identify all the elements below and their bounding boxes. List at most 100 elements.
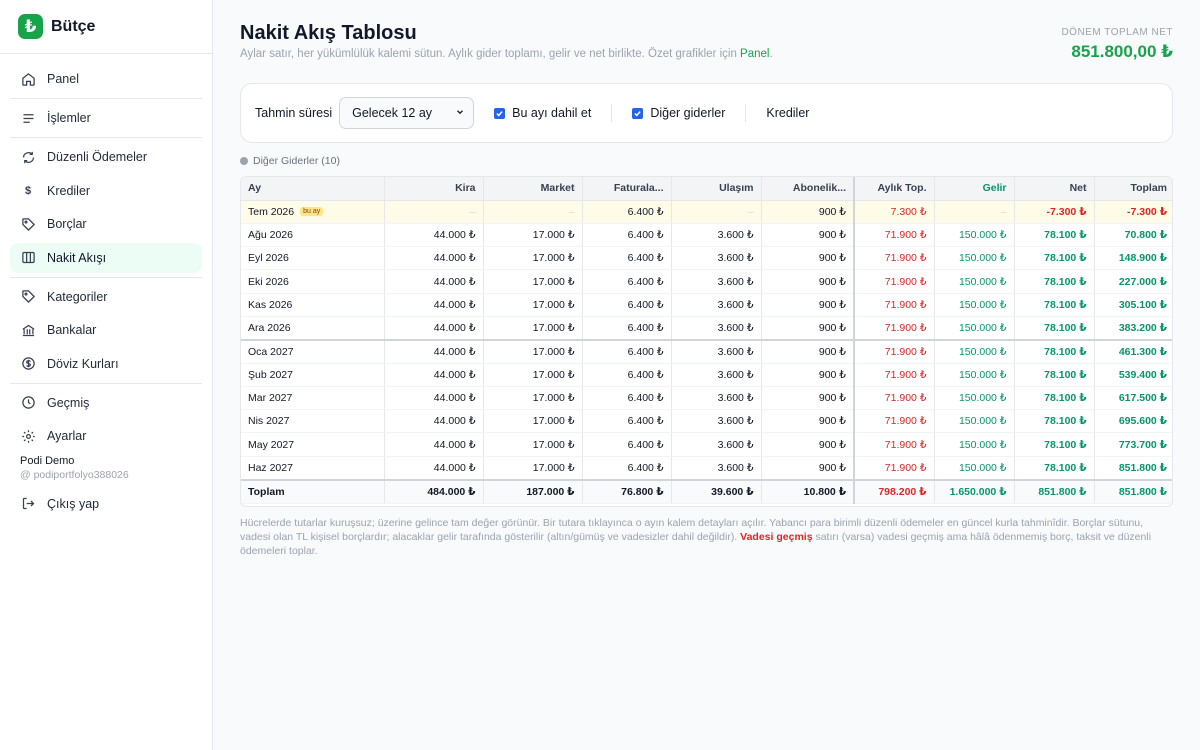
cell-aylik[interactable]: 71.900 ₺ [853, 338, 934, 364]
cell-fatura[interactable]: 6.400 ₺ [581, 456, 671, 481]
cell-net[interactable]: 78.100 ₺ [1013, 386, 1094, 411]
col-header-ulasim[interactable]: Ulaşım [670, 177, 761, 201]
logout-button[interactable]: Çıkış yap [10, 489, 202, 519]
cell-market[interactable]: 17.000 ₺ [482, 432, 582, 457]
cell-market[interactable]: 17.000 ₺ [482, 456, 582, 481]
cell-gelir[interactable]: 150.000 ₺ [933, 293, 1014, 317]
cell-abonelik[interactable]: 900 ₺ [760, 409, 854, 434]
cell-net[interactable]: -7.300 ₺ [1013, 200, 1094, 224]
cell-ulasim[interactable]: 3.600 ₺ [670, 386, 761, 411]
sidebar-item-islemler[interactable]: İşlemler [10, 103, 202, 133]
sidebar-item-panel[interactable]: Panel [10, 64, 202, 94]
table-row[interactable]: Ara 2026 44.000 ₺ 17.000 ₺ 6.400 ₺ 3.600 ₺ 90… [241, 316, 1172, 341]
cell-net[interactable]: 78.100 ₺ [1013, 363, 1094, 387]
cell-gelir[interactable]: 150.000 ₺ [933, 338, 1014, 364]
sidebar-item-kategoriler[interactable]: Kategoriler [10, 282, 202, 312]
cell-market[interactable]: 17.000 ₺ [482, 223, 582, 248]
cell-gelir[interactable]: 150.000 ₺ [933, 409, 1014, 434]
cell-net[interactable]: 78.100 ₺ [1013, 456, 1094, 481]
table-row[interactable]: Tem 2026 bu ay – –6.400 ₺ –900 ₺ 7.300 ₺ – -7.3… [241, 200, 1172, 224]
cell-kira[interactable]: 44.000 ₺ [383, 316, 483, 341]
period-select[interactable]: Gelecek 12 ay [339, 97, 475, 129]
cell-fatura[interactable]: 6.400 ₺ [581, 432, 671, 457]
cell-toplam[interactable]: 227.000 ₺ [1093, 269, 1172, 294]
cell-aylik[interactable]: 71.900 ₺ [853, 363, 934, 387]
cell-toplam[interactable]: 148.900 ₺ [1093, 246, 1172, 271]
cell-toplam[interactable]: 383.200 ₺ [1093, 316, 1172, 341]
cell-toplam[interactable]: 461.300 ₺ [1093, 338, 1172, 364]
cell-abonelik[interactable]: 900 ₺ [760, 338, 854, 364]
cell-gelir[interactable]: 150.000 ₺ [933, 223, 1014, 248]
cell-market[interactable]: 17.000 ₺ [482, 409, 582, 434]
cell-abonelik[interactable]: 900 ₺ [760, 363, 854, 387]
cell-fatura[interactable]: 6.400 ₺ [581, 269, 671, 294]
cell-fatura[interactable]: 6.400 ₺ [581, 409, 671, 434]
table-row[interactable]: Nis 2027 44.000 ₺ 17.000 ₺ 6.400 ₺ 3.600 ₺ 90… [241, 409, 1172, 434]
cell-market[interactable]: 17.000 ₺ [482, 316, 582, 341]
cell-abonelik[interactable]: 900 ₺ [760, 293, 854, 317]
sidebar-item-nakit-akisi[interactable]: Nakit Akışı [10, 242, 202, 273]
cell-fatura[interactable]: 6.400 ₺ [581, 363, 671, 387]
cell-market[interactable]: 17.000 ₺ [482, 293, 582, 317]
cell-aylik[interactable]: 71.900 ₺ [853, 246, 934, 271]
cell-ulasim[interactable]: 3.600 ₺ [670, 338, 761, 364]
other-expenses-checkbox[interactable]: Diğer giderler [632, 106, 725, 120]
cell-kira[interactable]: 44.000 ₺ [383, 246, 483, 271]
cell-net[interactable]: 78.100 ₺ [1013, 432, 1094, 457]
cell-abonelik[interactable]: 900 ₺ [760, 432, 854, 457]
brand[interactable]: ₺ Bütçe [0, 0, 212, 54]
cell-net[interactable]: 78.100 ₺ [1013, 409, 1094, 434]
table-row[interactable]: Eki 2026 44.000 ₺ 17.000 ₺ 6.400 ₺ 3.600 ₺ 90… [241, 269, 1172, 294]
sidebar-item-duzenli-odemeler[interactable]: Düzenli Ödemeler [10, 142, 202, 172]
cell-kira[interactable]: 44.000 ₺ [383, 338, 483, 364]
cell-fatura[interactable]: 6.400 ₺ [581, 246, 671, 271]
cell-abonelik[interactable]: 900 ₺ [760, 269, 854, 294]
col-header-aylik-top[interactable]: Aylık Top. [853, 177, 934, 201]
cell-kira[interactable]: 44.000 ₺ [383, 293, 483, 317]
cell-abonelik[interactable]: 900 ₺ [760, 316, 854, 341]
cell-aylik[interactable]: 71.900 ₺ [853, 293, 934, 317]
sidebar-item-gecmis[interactable]: Geçmiş [10, 388, 202, 418]
cell-toplam[interactable]: 305.100 ₺ [1093, 293, 1172, 317]
cell-market[interactable]: 17.000 ₺ [482, 363, 582, 387]
cell-aylik[interactable]: 71.900 ₺ [853, 432, 934, 457]
col-header-toplam[interactable]: Toplam [1093, 177, 1172, 201]
cell-aylik[interactable]: 71.900 ₺ [853, 223, 934, 248]
cell-gelir[interactable]: 150.000 ₺ [933, 386, 1014, 411]
col-header-net[interactable]: Net [1013, 177, 1094, 201]
cell-aylik[interactable]: 71.900 ₺ [853, 409, 934, 434]
panel-link[interactable]: Panel [740, 48, 769, 60]
cell-net[interactable]: 78.100 ₺ [1013, 269, 1094, 294]
cell-kira[interactable]: 44.000 ₺ [383, 456, 483, 481]
cell-toplam[interactable]: 695.600 ₺ [1093, 409, 1172, 434]
table-row[interactable]: May 2027 44.000 ₺ 17.000 ₺ 6.400 ₺ 3.600 ₺ 90… [241, 432, 1172, 457]
table-row[interactable]: Oca 2027 44.000 ₺ 17.000 ₺ 6.400 ₺ 3.600 ₺ 90… [241, 338, 1172, 364]
cell-net[interactable]: 78.100 ₺ [1013, 223, 1094, 248]
col-header-market[interactable]: Market [482, 177, 582, 201]
table-row[interactable]: Mar 2027 44.000 ₺ 17.000 ₺ 6.400 ₺ 3.600 ₺ 90… [241, 386, 1172, 411]
col-header-kira[interactable]: Kira [383, 177, 483, 201]
cell-ulasim[interactable]: 3.600 ₺ [670, 293, 761, 317]
cell-fatura[interactable]: 6.400 ₺ [581, 316, 671, 341]
cell-kira[interactable]: 44.000 ₺ [383, 269, 483, 294]
cell-market[interactable]: 17.000 ₺ [482, 338, 582, 364]
cell-aylik[interactable]: 7.300 ₺ [853, 200, 934, 224]
col-header-abonelik[interactable]: Abonelik... [760, 177, 854, 201]
cell-ulasim[interactable]: 3.600 ₺ [670, 432, 761, 457]
cell-abonelik[interactable]: 900 ₺ [760, 200, 854, 224]
cell-toplam[interactable]: 70.800 ₺ [1093, 223, 1172, 248]
table-row[interactable]: Ağu 2026 44.000 ₺ 17.000 ₺ 6.400 ₺ 3.600 ₺ 90… [241, 223, 1172, 248]
cell-toplam[interactable]: 851.800 ₺ [1093, 456, 1172, 481]
col-header-gelir[interactable]: Gelir [933, 177, 1014, 201]
cell-ulasim[interactable]: 3.600 ₺ [670, 316, 761, 341]
cell-abonelik[interactable]: 900 ₺ [760, 386, 854, 411]
cell-market[interactable]: 17.000 ₺ [482, 269, 582, 294]
cell-gelir[interactable]: 150.000 ₺ [933, 456, 1014, 481]
cell-abonelik[interactable]: 900 ₺ [760, 223, 854, 248]
table-row[interactable]: Şub 2027 44.000 ₺ 17.000 ₺ 6.400 ₺ 3.600 ₺ 90… [241, 363, 1172, 387]
cell-gelir[interactable]: 150.000 ₺ [933, 316, 1014, 341]
cell-fatura[interactable]: 6.400 ₺ [581, 200, 671, 224]
cell-net[interactable]: 78.100 ₺ [1013, 246, 1094, 271]
sidebar-item-doviz-kurlari[interactable]: Döviz Kurları [10, 349, 202, 379]
cell-gelir[interactable]: 150.000 ₺ [933, 363, 1014, 387]
